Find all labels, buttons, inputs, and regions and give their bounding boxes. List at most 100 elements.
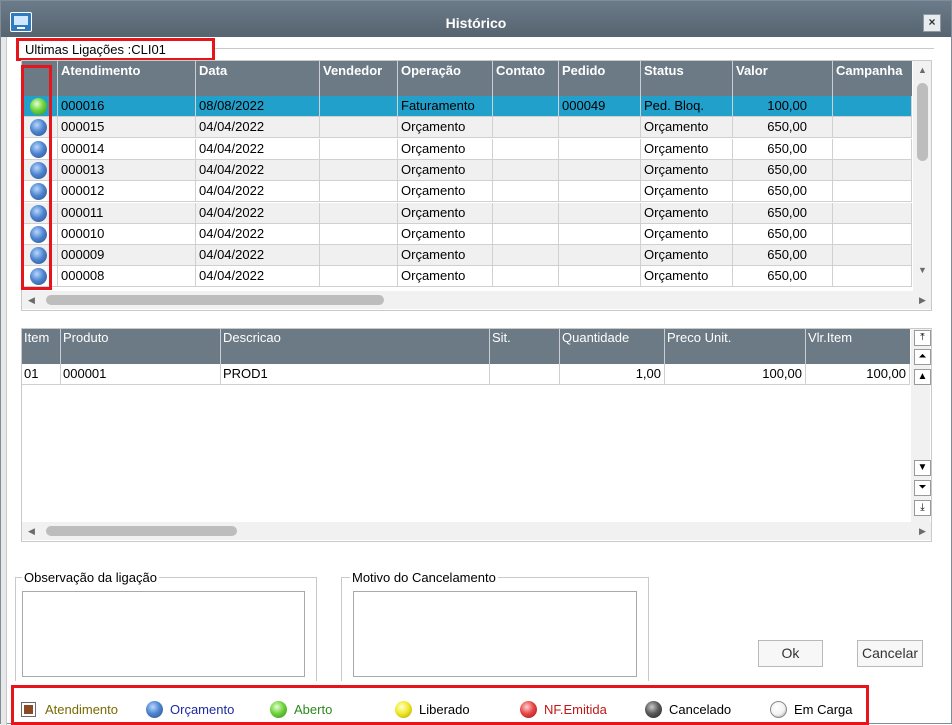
observacao-textarea[interactable] — [22, 591, 305, 677]
status-legend: Atendimento Orçamento Aberto Liberado NF… — [13, 690, 869, 725]
cell-atendimento: 000014 — [58, 138, 196, 160]
title-bar: Histórico × — [1, 1, 951, 37]
cell-preco-unit: 100,00 — [665, 364, 806, 385]
close-button[interactable]: × — [923, 14, 941, 32]
cell-status: Orçamento — [641, 266, 733, 288]
page-down-icon[interactable]: ⏷ — [914, 480, 931, 496]
items-table[interactable]: Item Produto Descricao Sit. Quantidade P… — [21, 328, 932, 542]
cell-contato — [493, 181, 559, 203]
cell-status: Orçamento — [641, 181, 733, 203]
col-data[interactable]: Data — [196, 61, 320, 96]
observacao-label: Observação da ligação — [22, 570, 159, 585]
cell-vendedor — [320, 159, 398, 181]
cell-atendimento: 000013 — [58, 159, 196, 181]
table-row[interactable]: 000008 04/04/2022 Orçamento Orçamento 650,00 — [22, 266, 912, 288]
cell-sit — [490, 364, 560, 385]
col-descricao[interactable]: Descricao — [221, 329, 490, 364]
table-row[interactable]: 01 000001 PROD1 1,00 100,00 100,00 — [22, 364, 910, 385]
col-atendimento[interactable]: Atendimento — [58, 61, 196, 96]
scroll-left-arrow-icon[interactable]: ◀ — [22, 293, 41, 307]
group-divider — [215, 48, 934, 49]
table-row[interactable]: 000013 04/04/2022 Orçamento Orçamento 650,00 — [22, 159, 912, 181]
cell-item: 01 — [22, 364, 61, 385]
cell-data: 04/04/2022 — [196, 181, 320, 203]
calls-horizontal-scrollbar[interactable]: ◀ ▶ — [22, 291, 931, 309]
col-contato[interactable]: Contato — [493, 61, 559, 96]
calls-table[interactable]: Atendimento Data Vendedor Operação Conta… — [21, 60, 932, 311]
cell-contato — [493, 202, 559, 224]
cell-operacao: Orçamento — [398, 266, 493, 288]
cell-pedido — [559, 266, 641, 288]
cell-valor: 650,00 — [733, 223, 833, 245]
cancel-button[interactable]: Cancelar — [857, 640, 923, 667]
first-record-icon[interactable]: ⤒ — [914, 330, 931, 346]
cell-pedido — [559, 223, 641, 245]
cell-data: 04/04/2022 — [196, 245, 320, 267]
table-row[interactable]: 000015 04/04/2022 Orçamento Orçamento 650,00 — [22, 117, 912, 139]
col-campanha[interactable]: Campanha — [833, 61, 912, 96]
scroll-left-arrow-icon[interactable]: ◀ — [22, 524, 41, 538]
cell-campanha — [833, 181, 912, 203]
previous-record-icon[interactable]: ▲ — [914, 369, 931, 385]
cell-operacao: Orçamento — [398, 202, 493, 224]
cell-valor: 650,00 — [733, 117, 833, 139]
table-row[interactable]: 000010 04/04/2022 Orçamento Orçamento 650,00 — [22, 223, 912, 245]
items-hscroll-thumb[interactable] — [46, 526, 237, 536]
col-valor[interactable]: Valor — [733, 61, 833, 96]
cell-valor: 100,00 — [733, 96, 833, 117]
legend-label: Atendimento — [45, 702, 118, 717]
col-preco-unit[interactable]: Preco Unit. — [665, 329, 806, 364]
cell-campanha — [833, 159, 912, 181]
scroll-right-arrow-icon[interactable]: ▶ — [913, 293, 931, 307]
cell-status: Orçamento — [641, 223, 733, 245]
cell-valor: 650,00 — [733, 181, 833, 203]
cell-contato — [493, 223, 559, 245]
cell-data: 04/04/2022 — [196, 138, 320, 160]
scroll-right-arrow-icon[interactable]: ▶ — [913, 524, 931, 538]
cell-operacao: Orçamento — [398, 223, 493, 245]
calls-vscroll-thumb[interactable] — [917, 83, 928, 161]
cell-atendimento: 000016 — [58, 96, 196, 117]
table-row[interactable]: 000011 04/04/2022 Orçamento Orçamento 650,00 — [22, 202, 912, 224]
calls-table-header: Atendimento Data Vendedor Operação Conta… — [22, 61, 912, 96]
items-horizontal-scrollbar[interactable]: ◀ ▶ — [22, 522, 931, 540]
next-record-icon[interactable]: ▼ — [914, 460, 931, 476]
col-quantidade[interactable]: Quantidade — [560, 329, 665, 364]
cell-data: 04/04/2022 — [196, 223, 320, 245]
cell-valor: 650,00 — [733, 159, 833, 181]
cell-data: 08/08/2022 — [196, 96, 320, 117]
col-vendedor[interactable]: Vendedor — [320, 61, 398, 96]
calls-hscroll-thumb[interactable] — [46, 295, 384, 305]
motivo-textarea[interactable] — [353, 591, 637, 677]
table-row[interactable]: 000016 08/08/2022 Faturamento 000049 Ped. Bl… — [22, 96, 912, 117]
cell-vendedor — [320, 96, 398, 117]
col-produto[interactable]: Produto — [61, 329, 221, 364]
dark-orb-icon — [645, 701, 662, 718]
col-operacao[interactable]: Operação — [398, 61, 493, 96]
cell-atendimento: 000009 — [58, 245, 196, 267]
scroll-up-arrow-icon[interactable]: ▲ — [913, 63, 931, 77]
scroll-down-arrow-icon[interactable]: ▼ — [913, 263, 931, 277]
cell-atendimento: 000011 — [58, 202, 196, 224]
cell-contato — [493, 117, 559, 139]
legend-label: NF.Emitida — [544, 702, 607, 717]
table-row[interactable]: 000014 04/04/2022 Orçamento Orçamento 650,00 — [22, 138, 912, 160]
cell-pedido — [559, 245, 641, 267]
ok-button[interactable]: Ok — [758, 640, 823, 667]
col-status-text[interactable]: Status — [641, 61, 733, 96]
col-pedido[interactable]: Pedido — [559, 61, 641, 96]
green-orb-icon — [270, 701, 287, 718]
white-orb-icon — [770, 701, 787, 718]
cell-campanha — [833, 96, 912, 117]
last-record-icon[interactable]: ⤓ — [914, 500, 931, 516]
calls-vertical-scrollbar[interactable]: ▲ ▼ — [913, 61, 931, 292]
table-row[interactable]: 000009 04/04/2022 Orçamento Orçamento 650,00 — [22, 245, 912, 267]
cell-status: Orçamento — [641, 138, 733, 160]
table-row[interactable]: 000012 04/04/2022 Orçamento Orçamento 650,00 — [22, 181, 912, 203]
col-sit[interactable]: Sit. — [490, 329, 560, 364]
col-item[interactable]: Item — [22, 329, 61, 364]
cell-data: 04/04/2022 — [196, 202, 320, 224]
legend-label: Liberado — [419, 702, 470, 717]
page-up-icon[interactable]: ⏶ — [914, 349, 931, 365]
col-vlr-item[interactable]: Vlr.Item — [806, 329, 910, 364]
